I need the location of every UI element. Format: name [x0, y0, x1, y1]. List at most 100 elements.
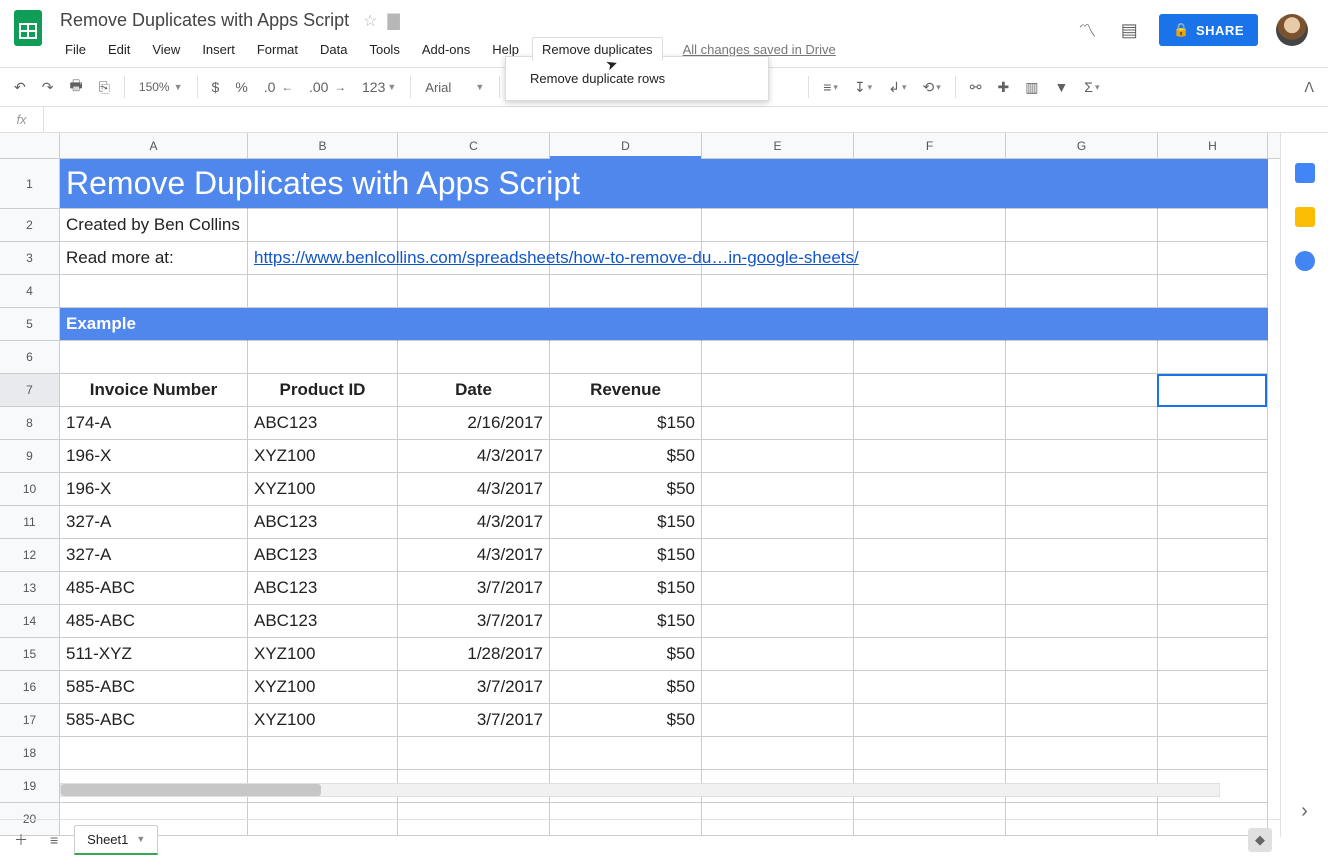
paint-format-button[interactable]: ⎘	[93, 75, 116, 100]
cell[interactable]: 485-ABC	[60, 572, 248, 605]
cell[interactable]	[1158, 605, 1268, 638]
account-avatar[interactable]	[1276, 14, 1308, 46]
cell[interactable]: $50	[550, 473, 702, 506]
cell[interactable]: ABC123	[248, 605, 398, 638]
cell[interactable]	[702, 737, 854, 770]
cell[interactable]: 4/3/2017	[398, 539, 550, 572]
document-title[interactable]: Remove Duplicates with Apps Script	[56, 8, 353, 33]
cell[interactable]	[398, 209, 550, 242]
text-rotation-button[interactable]: ⟲▾	[916, 75, 946, 100]
keep-addon-icon[interactable]	[1295, 207, 1315, 227]
cell[interactable]	[1158, 374, 1268, 407]
cell[interactable]: 2/16/2017	[398, 407, 550, 440]
cell[interactable]	[1006, 704, 1158, 737]
cell[interactable]	[854, 407, 1006, 440]
sheet-tab[interactable]: Sheet1▼	[74, 825, 158, 855]
cell[interactable]: ABC123	[248, 572, 398, 605]
row-header-7[interactable]: 7	[0, 374, 60, 407]
cell[interactable]	[1006, 737, 1158, 770]
row-header-5[interactable]: 5	[0, 308, 60, 341]
cell[interactable]	[398, 275, 550, 308]
cell[interactable]	[1158, 704, 1268, 737]
row-header-8[interactable]: 8	[0, 407, 60, 440]
cell[interactable]: Product ID	[248, 374, 398, 407]
cell[interactable]: $50	[550, 638, 702, 671]
cell[interactable]: 585-ABC	[60, 704, 248, 737]
all-sheets-button[interactable]: ≡	[44, 828, 64, 852]
cell[interactable]: https://www.benlcollins.com/spreadsheets…	[248, 242, 398, 275]
cell[interactable]: $150	[550, 605, 702, 638]
row-header-14[interactable]: 14	[0, 605, 60, 638]
cell[interactable]	[1158, 407, 1268, 440]
remove-duplicate-rows-item[interactable]: Remove duplicate rows	[506, 63, 768, 94]
cell[interactable]	[854, 737, 1006, 770]
row-header-1[interactable]: 1	[0, 159, 60, 209]
menu-insert[interactable]: Insert	[193, 38, 244, 61]
cell[interactable]: ABC123	[248, 407, 398, 440]
cell[interactable]: Remove Duplicates with Apps Script	[60, 159, 248, 209]
cell[interactable]: Read more at:	[60, 242, 248, 275]
cell[interactable]	[854, 572, 1006, 605]
cell[interactable]	[854, 539, 1006, 572]
cell[interactable]: 3/7/2017	[398, 572, 550, 605]
calendar-addon-icon[interactable]	[1295, 163, 1315, 183]
cell[interactable]: XYZ100	[248, 671, 398, 704]
format-currency-button[interactable]: $	[206, 75, 226, 99]
column-header-G[interactable]: G	[1006, 133, 1158, 158]
cell[interactable]	[1006, 539, 1158, 572]
sheets-logo[interactable]	[8, 8, 48, 48]
move-folder-icon[interactable]: ▇	[387, 11, 399, 31]
cell[interactable]	[248, 308, 398, 341]
cell[interactable]	[854, 374, 1006, 407]
cell[interactable]: XYZ100	[248, 473, 398, 506]
cell[interactable]	[60, 737, 248, 770]
cell[interactable]: 3/7/2017	[398, 704, 550, 737]
cell[interactable]	[854, 506, 1006, 539]
share-button[interactable]: 🔒 SHARE	[1159, 14, 1258, 46]
print-button[interactable]: 🖶	[63, 71, 88, 103]
cell[interactable]: $150	[550, 407, 702, 440]
cell[interactable]: XYZ100	[248, 638, 398, 671]
menu-add-ons[interactable]: Add-ons	[413, 38, 479, 61]
tasks-addon-icon[interactable]	[1295, 251, 1315, 271]
cell[interactable]: 4/3/2017	[398, 506, 550, 539]
row-header-19[interactable]: 19	[0, 770, 60, 803]
cell[interactable]	[854, 308, 1006, 341]
text-wrap-button[interactable]: ↲▾	[882, 75, 912, 100]
cell[interactable]	[702, 506, 854, 539]
cell[interactable]	[1158, 341, 1268, 374]
cell[interactable]	[854, 671, 1006, 704]
cell[interactable]	[1006, 671, 1158, 704]
cell[interactable]	[1158, 209, 1268, 242]
menu-data[interactable]: Data	[311, 38, 356, 61]
cell[interactable]	[1006, 159, 1158, 209]
star-icon[interactable]: ☆	[363, 11, 377, 31]
cell[interactable]	[60, 275, 248, 308]
cell[interactable]	[702, 159, 854, 209]
cell[interactable]: XYZ100	[248, 704, 398, 737]
menu-view[interactable]: View	[143, 38, 189, 61]
insert-comment-button[interactable]: ✚	[991, 75, 1015, 100]
row-header-18[interactable]: 18	[0, 737, 60, 770]
cell[interactable]	[854, 473, 1006, 506]
row-header-15[interactable]: 15	[0, 638, 60, 671]
cell[interactable]: 327-A	[60, 506, 248, 539]
cell[interactable]	[702, 638, 854, 671]
redo-button[interactable]: ↷	[36, 75, 60, 100]
cell[interactable]	[550, 209, 702, 242]
cell[interactable]	[1006, 374, 1158, 407]
cell[interactable]	[248, 341, 398, 374]
cell[interactable]	[854, 704, 1006, 737]
row-header-16[interactable]: 16	[0, 671, 60, 704]
cell[interactable]: $150	[550, 572, 702, 605]
cell[interactable]	[702, 671, 854, 704]
add-sheet-button[interactable]: ＋	[8, 826, 34, 854]
cell[interactable]	[854, 159, 1006, 209]
cell[interactable]: 196-X	[60, 473, 248, 506]
cell[interactable]: 4/3/2017	[398, 440, 550, 473]
cell[interactable]	[854, 209, 1006, 242]
cell[interactable]	[702, 308, 854, 341]
menu-format[interactable]: Format	[248, 38, 307, 61]
menu-file[interactable]: File	[56, 38, 95, 61]
column-header-D[interactable]: D	[550, 133, 702, 158]
